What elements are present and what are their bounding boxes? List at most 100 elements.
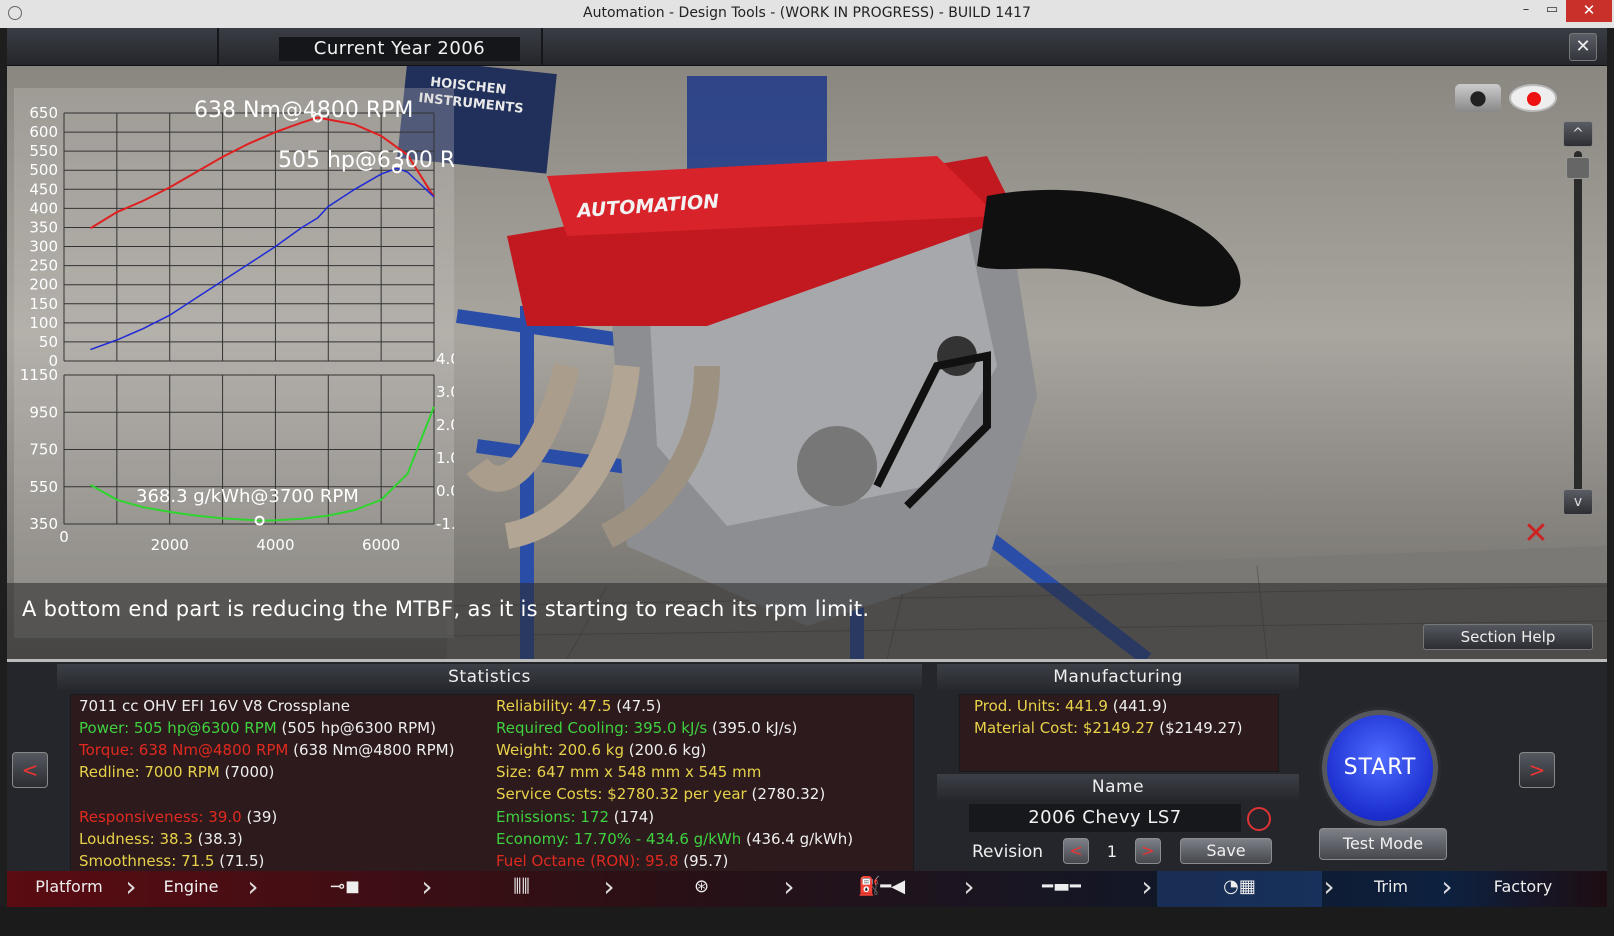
window-close-button[interactable]: ✕ [1566, 0, 1612, 22]
right-tick-label: 3.0 [436, 383, 454, 401]
y-tick-label: 600 [29, 123, 58, 141]
tab-exhaust[interactable]: ━▬━ [979, 871, 1144, 907]
stat-row: Emissions: 172 (174) [496, 808, 654, 826]
stat-value: (174) [613, 808, 655, 826]
tab-engine-tune[interactable]: ◔▦ [1157, 871, 1322, 907]
y-tick-label: 150 [29, 295, 58, 313]
next-section-button[interactable]: > [1519, 752, 1555, 788]
manufacturing-panel: Prod. Units: 441.9 (441.9) Material Cost:… [959, 694, 1279, 772]
window-titlebar: Automation - Design Tools - (WORK IN PRO… [0, 0, 1614, 28]
tab-trim[interactable]: Trim [1337, 871, 1445, 907]
stat-value: (200.6 kg) [628, 741, 707, 759]
stat-row: 7011 cc OHV EFI 16V V8 Crossplane [79, 697, 350, 715]
exhaust-muffler-icon: ━▬━ [1042, 876, 1081, 897]
design-name-field[interactable]: 2006 Chevy LS7 [969, 804, 1241, 832]
stat-value: (395.0 kJ/s) [712, 719, 798, 737]
stat-value: (436.4 g/kWh) [746, 830, 854, 848]
minimize-button[interactable]: – [1512, 0, 1540, 22]
tab-platform[interactable]: Platform [15, 871, 123, 907]
chevron-right-icon: › [1323, 870, 1335, 903]
stat-label: Torque: 638 Nm@4800 RPM [79, 741, 289, 759]
stat-row: Required Cooling: 395.0 kJ/s (395.0 kJ/s… [496, 719, 797, 737]
section-nav: Platform › Engine › ⊸◼ › ⫼⫼ › ⊛ › ⛽━◀ › … [7, 871, 1607, 907]
stat-value: (95.7) [683, 852, 729, 870]
scroll-track[interactable] [1574, 151, 1582, 511]
economy-min-label: 368.3 g/kWh@3700 RPM [136, 486, 359, 507]
revision-number: 1 [1106, 842, 1118, 861]
y-tick-label: 450 [29, 180, 58, 198]
stat-value: (638 Nm@4800 RPM) [293, 741, 455, 759]
chevron-right-icon: › [603, 870, 615, 903]
stat-label: Smoothness: 71.5 [79, 852, 215, 870]
top-bar: Current Year 2006 ✕ [7, 28, 1607, 66]
crankshaft-icon: ⊸◼ [329, 876, 361, 897]
y-tick-label: 1150 [20, 366, 58, 384]
stat-row: Smoothness: 71.5 (71.5) [79, 852, 264, 870]
scroll-up-button[interactable]: ^ [1563, 121, 1593, 147]
x-tick-label: 2000 [151, 536, 189, 554]
chevron-right-icon: › [247, 870, 259, 903]
stat-row: Service Costs: $2780.32 per year (2780.3… [496, 785, 825, 803]
start-button[interactable]: START [1322, 710, 1438, 826]
y-tick-label: 300 [29, 238, 58, 256]
right-tick-label: 4.0 [436, 350, 454, 368]
close-designer-button[interactable]: ✕ [1569, 33, 1597, 61]
tab-top-end[interactable]: ⫼⫼ [439, 871, 604, 907]
revision-prev-button[interactable]: < [1063, 838, 1089, 864]
y-tick-label: 650 [29, 104, 58, 122]
tab-aspiration[interactable]: ⊛ [619, 871, 784, 907]
bottom-strip [0, 907, 1614, 936]
manufacturing-row: Prod. Units: 441.9 (441.9) [974, 697, 1167, 715]
power-peak-label: 505 hp@6300 RPM [278, 148, 454, 173]
y-tick-label: 550 [29, 478, 58, 496]
stat-row: Reliability: 47.5 (47.5) [496, 697, 661, 715]
y-tick-label: 250 [29, 257, 58, 275]
y-tick-label: 400 [29, 199, 58, 217]
x-tick-label: 4000 [256, 536, 294, 554]
hint-text: A bottom end part is reducing the MTBF, … [22, 597, 870, 621]
stat-row: Power: 505 hp@6300 RPM (505 hp@6300 RPM) [79, 719, 436, 737]
x-tick-label: 0 [59, 528, 69, 546]
stat-label: Weight: 200.6 kg [496, 741, 624, 759]
revision-next-button[interactable]: > [1135, 838, 1161, 864]
stat-label: Service Costs: $2780.32 per year [496, 785, 747, 803]
view-scrollbar[interactable]: ^ v [1563, 121, 1593, 541]
camera-icon[interactable]: ● [1455, 84, 1501, 112]
y-tick-label: 950 [29, 403, 58, 421]
eye-pupil [1527, 92, 1541, 106]
scroll-thumb[interactable] [1566, 157, 1590, 179]
chevron-right-icon: › [1441, 870, 1453, 903]
stat-label: Economy: 17.70% - 434.6 g/kWh [496, 830, 742, 848]
tab-factory[interactable]: Factory [1459, 871, 1587, 907]
stat-label: 7011 cc OHV EFI 16V V8 Crossplane [79, 697, 351, 715]
prev-section-button[interactable]: < [12, 752, 48, 788]
tab-bottom-end[interactable]: ⊸◼ [265, 871, 425, 907]
stat-value: (38.3) [197, 830, 243, 848]
scroll-down-button[interactable]: v [1563, 489, 1593, 515]
stat-value: (47.5) [616, 697, 662, 715]
stat-row: Torque: 638 Nm@4800 RPM (638 Nm@4800 RPM… [79, 741, 454, 759]
stat-row: Economy: 17.70% - 434.6 g/kWh (436.4 g/k… [496, 830, 853, 848]
right-tick-label: 1.0 [436, 449, 454, 467]
stat-label: Prod. Units: 441.9 [974, 697, 1108, 715]
tab-engine[interactable]: Engine [137, 871, 245, 907]
eye-icon[interactable] [1509, 84, 1557, 112]
valvetrain-icon: ⫼⫼ [513, 876, 530, 897]
stat-value: (71.5) [219, 852, 265, 870]
engine-viewport[interactable]: HOISCHEN INSTRUMENTS AUTOMATION 650 600 55… [7, 66, 1607, 659]
engine-block: AUTOMATION [466, 156, 1241, 626]
save-button[interactable]: Save [1180, 838, 1272, 864]
stat-label: Fuel Octane (RON): 95.8 [496, 852, 679, 870]
name-header: Name [937, 774, 1299, 800]
revision-label: Revision [972, 842, 1044, 862]
stat-label: Power: 505 hp@6300 RPM [79, 719, 277, 737]
test-mode-button[interactable]: Test Mode [1319, 828, 1447, 860]
move-arrows-icon[interactable]: ✕ [1513, 517, 1559, 551]
chevron-right-icon: › [421, 870, 433, 903]
section-help-button[interactable]: Section Help [1423, 624, 1593, 650]
randomize-name-icon[interactable] [1247, 807, 1271, 831]
y-tick-label: 100 [29, 314, 58, 332]
chevron-right-icon: › [1141, 870, 1153, 903]
maximize-button[interactable]: ▭ [1538, 0, 1566, 22]
tab-fuel[interactable]: ⛽━◀ [799, 871, 964, 907]
